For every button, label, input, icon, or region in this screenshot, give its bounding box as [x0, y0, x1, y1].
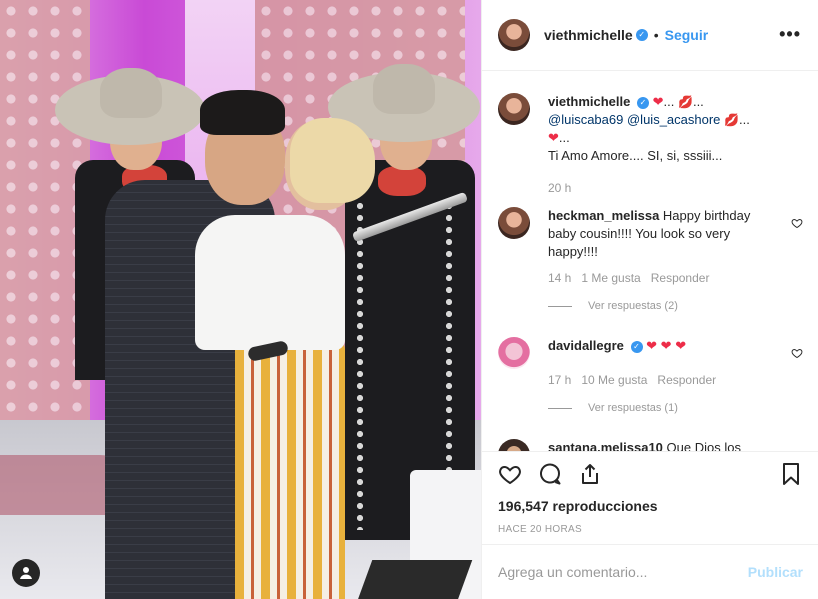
comment-item: davidallegre ✓ ❤ ❤ ❤ 17 h 10 Me gusta Re… [498, 337, 803, 417]
comment-body: heckman_melissa Happy birthday baby cous… [548, 207, 768, 315]
heart-emoji-icon: ❤ [646, 338, 658, 353]
reply-button[interactable]: Responder [657, 371, 716, 389]
caption-time[interactable]: 20 h [548, 179, 571, 197]
caption-meta: 20 h [548, 179, 768, 197]
view-replies[interactable]: Ver respuestas (2) [548, 297, 768, 315]
avatar[interactable] [498, 19, 530, 51]
black-tray [357, 560, 473, 599]
post-sidebar: viethmichelle ✓ • Seguir ••• viethmichel… [481, 0, 818, 599]
views-number: 196,547 [498, 498, 549, 514]
heart-emoji-icon: ❤ [675, 338, 687, 353]
views-label: reproducciones [552, 498, 658, 514]
verified-badge-icon: ✓ [630, 340, 643, 353]
view-replies-label[interactable]: Ver respuestas (2) [588, 297, 678, 315]
more-icon[interactable]: ••• [779, 25, 801, 43]
post-actions: 196,547 reproducciones HACE 20 HORAS [482, 451, 818, 544]
sombrero-crown [373, 64, 435, 114]
heart-icon[interactable] [498, 462, 522, 486]
comment-likes[interactable]: 1 Me gusta [581, 269, 640, 287]
caption: viethmichelle ✓ ❤... 💋... @luiscaba69 @l… [498, 93, 803, 197]
action-icons [498, 452, 803, 496]
kiss-emoji-icon: 💋 [724, 113, 739, 127]
woman-hair [290, 118, 375, 203]
caption-dots: ... [558, 130, 570, 145]
comment-username[interactable]: santana.melissa10 [548, 440, 663, 451]
comment-likes[interactable]: 10 Me gusta [581, 371, 647, 389]
replies-line [548, 305, 572, 307]
like-comment-heart-icon[interactable] [791, 217, 803, 229]
caption-dots: ... [692, 94, 704, 109]
striped-skirt [235, 340, 345, 599]
comment-meta: 17 h 10 Me gusta Responder [548, 371, 768, 389]
view-replies[interactable]: Ver respuestas (1) [548, 399, 768, 417]
sombrero-crown [100, 68, 162, 118]
publish-button[interactable]: Publicar [748, 564, 803, 580]
caption-username[interactable]: viethmichelle [548, 94, 630, 109]
comment-time[interactable]: 17 h [548, 371, 571, 389]
share-icon[interactable] [578, 462, 602, 486]
caption-body: viethmichelle ✓ ❤... 💋... @luiscaba69 @l… [548, 93, 768, 197]
post-header: viethmichelle ✓ • Seguir ••• [482, 0, 818, 71]
add-comment-bar: Agrega un comentario... Publicar [482, 544, 818, 599]
avatar[interactable] [498, 337, 530, 369]
mention-link[interactable]: @luis_acashore [627, 112, 720, 127]
comment-username[interactable]: heckman_melissa [548, 208, 659, 223]
avatar[interactable] [498, 439, 530, 451]
view-replies-label[interactable]: Ver respuestas (1) [588, 399, 678, 417]
comment-username[interactable]: davidallegre [548, 338, 624, 353]
post-time-ago[interactable]: HACE 20 HORAS [498, 524, 803, 535]
avatar[interactable] [498, 93, 530, 125]
charro-buttons [356, 200, 364, 530]
comment-body: santana.melissa10 Que Dios los mantenga … [548, 439, 768, 451]
bookmark-icon[interactable] [779, 462, 803, 486]
white-top [195, 215, 345, 350]
separator-dot: • [653, 27, 659, 43]
heart-emoji-icon: ❤ [660, 338, 672, 353]
views-count[interactable]: 196,547 reproducciones [498, 498, 803, 514]
comment-time[interactable]: 14 h [548, 269, 571, 287]
comment-item: heckman_melissa Happy birthday baby cous… [498, 207, 803, 315]
verified-badge-icon: ✓ [637, 96, 649, 109]
comment-icon[interactable] [538, 462, 562, 486]
replies-line [548, 407, 572, 409]
mention-link[interactable]: @luiscaba69 [548, 112, 623, 127]
heart-emoji-icon: ❤ [652, 94, 664, 109]
person-glyph [20, 567, 32, 579]
heart-emoji-icon: ❤ [548, 130, 559, 145]
avatar[interactable] [498, 207, 530, 239]
comments-list[interactable]: viethmichelle ✓ ❤... 💋... @luiscaba69 @l… [482, 71, 818, 451]
caption-dots: ... [663, 94, 675, 109]
like-comment-heart-icon[interactable] [791, 347, 803, 359]
man-hair [200, 90, 285, 135]
follow-button[interactable]: Seguir [665, 27, 709, 43]
reply-button[interactable]: Responder [651, 269, 710, 287]
header-username[interactable]: viethmichelle [544, 27, 633, 43]
comment-input[interactable]: Agrega un comentario... [498, 564, 647, 580]
comment-meta: 14 h 1 Me gusta Responder [548, 269, 768, 287]
kiss-emoji-icon: 💋 [678, 95, 693, 109]
comment-body: davidallegre ✓ ❤ ❤ ❤ 17 h 10 Me gusta Re… [548, 337, 768, 417]
user-icon[interactable] [12, 559, 40, 587]
caption-text: Ti Amo Amore.... SI, si, sssiii... [548, 148, 723, 163]
verified-badge-icon: ✓ [635, 29, 648, 41]
mariachi-bow [378, 166, 426, 196]
post-media[interactable] [0, 0, 481, 599]
caption-dots: ... [738, 112, 750, 127]
comment-item: santana.melissa10 Que Dios los mantenga … [498, 439, 803, 451]
